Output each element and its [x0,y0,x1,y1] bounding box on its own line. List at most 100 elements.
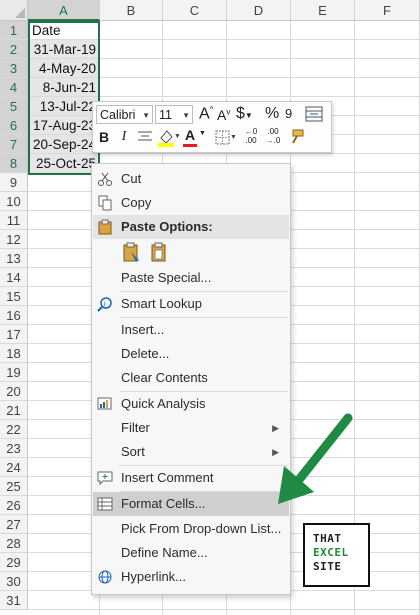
column-header-d[interactable]: D [227,0,291,21]
row-header-9[interactable]: 9 [0,173,28,192]
cell-a1[interactable]: Date [29,21,99,39]
cell-a8[interactable]: 25-Oct-25 [29,154,99,172]
row-header-20[interactable]: 20 [0,382,28,401]
font-size-value: 11 [159,108,172,122]
row-header-16[interactable]: 16 [0,306,28,325]
format-painter-icon[interactable] [287,128,305,146]
menu-item-delete[interactable]: Delete... [93,342,289,366]
copy-icon [98,195,112,211]
bold-button[interactable]: B [97,127,111,147]
cell-a4[interactable]: 8-Jun-21 [29,78,99,96]
menu-item-hyperlink[interactable]: Hyperlink... [93,565,289,589]
cell-a5[interactable]: 13-Jul-22 [29,97,99,115]
menu-item-cut[interactable]: Cut [93,167,289,191]
menu-item-label: Smart Lookup [121,296,202,311]
cell-a6[interactable]: 17-Aug-23 [29,116,99,134]
menu-item-pick-from-dropdown[interactable]: Pick From Drop-down List... [93,517,289,541]
cell-a7[interactable]: 20-Sep-24 [29,135,99,153]
row-header-7[interactable]: 7 [0,135,28,154]
row-header-2[interactable]: 2 [0,40,28,59]
row-header-21[interactable]: 21 [0,401,28,420]
shrink-font-button[interactable]: Av [217,107,230,123]
menu-item-copy[interactable]: Copy [93,191,289,215]
merge-center-icon[interactable] [305,106,323,122]
decrease-decimal-button[interactable]: .00 →.0 [263,127,283,145]
menu-item-quick-analysis[interactable]: Quick Analysis [93,392,289,416]
currency-button[interactable]: $▼ [236,105,253,123]
grow-font-button[interactable]: A^ [199,105,213,123]
row-header-27[interactable]: 27 [0,515,28,534]
row-header-17[interactable]: 17 [0,325,28,344]
row-header-11[interactable]: 11 [0,211,28,230]
select-all-corner[interactable] [0,0,28,21]
chevron-down-icon: ▼ [142,111,150,120]
paste-options-header: Paste Options: [93,215,289,239]
italic-button[interactable]: I [117,127,131,147]
menu-item-label: Define Name... [121,545,208,560]
row-header-5[interactable]: 5 [0,97,28,116]
fill-color-icon[interactable]: ▼ [157,128,179,148]
menu-item-define-name[interactable]: Define Name... [93,541,289,565]
row-header-22[interactable]: 22 [0,420,28,439]
hyperlink-icon [98,570,112,584]
row-header-3[interactable]: 3 [0,59,28,78]
row-header-14[interactable]: 14 [0,268,28,287]
row-header-8[interactable]: 8 [0,154,28,173]
borders-icon[interactable]: ▼ [215,130,237,146]
font-name-dropdown[interactable]: Calibri ▼ [96,105,153,124]
smart-lookup-icon: i [97,297,112,312]
row-header-24[interactable]: 24 [0,458,28,477]
menu-item-label: Paste Options: [121,219,213,234]
row-header-29[interactable]: 29 [0,553,28,572]
cell-a2[interactable]: 31-Mar-19 [29,40,99,58]
logo-line-3: SITE [313,560,342,573]
svg-text:▼: ▼ [174,133,179,140]
row-header-15[interactable]: 15 [0,287,28,306]
row-header-12[interactable]: 12 [0,230,28,249]
row-header-28[interactable]: 28 [0,534,28,553]
percent-button[interactable]: % [265,105,279,123]
menu-item-paste-special[interactable]: Paste Special... [93,266,289,290]
row-header-1[interactable]: 1 [0,21,28,40]
menu-item-clear-contents[interactable]: Clear Contents [93,366,289,390]
gridline [28,609,420,610]
row-header-10[interactable]: 10 [0,192,28,211]
column-header-c[interactable]: C [163,0,227,21]
paste-formatting-icon[interactable] [122,242,142,264]
chevron-down-icon[interactable]: ▼ [199,130,206,137]
font-size-dropdown[interactable]: 11 ▼ [155,105,193,124]
row-header-31[interactable]: 31 [0,591,28,610]
menu-item-sort[interactable]: Sort ▶ [93,440,289,464]
menu-item-label: Insert... [121,322,165,337]
column-header-b[interactable]: B [100,0,163,21]
currency-label: $ [236,105,245,122]
column-header-f[interactable]: F [355,0,420,21]
scissors-icon [98,172,112,186]
font-color-button[interactable]: A [183,127,197,147]
menu-item-insert-comment[interactable]: Insert Comment [93,466,289,490]
column-header-a[interactable]: A [28,0,100,21]
menu-item-insert[interactable]: Insert... [93,318,289,342]
row-header-18[interactable]: 18 [0,344,28,363]
menu-item-smart-lookup[interactable]: i Smart Lookup [93,292,289,316]
menu-item-label: Pick From Drop-down List... [121,521,282,536]
column-header-e[interactable]: E [291,0,355,21]
quick-analysis-icon [97,397,112,410]
row-header-19[interactable]: 19 [0,363,28,382]
row-header-4[interactable]: 4 [0,78,28,97]
menu-item-format-cells[interactable]: Format Cells... [93,492,289,516]
comma-style-icon[interactable]: 9 [285,106,292,121]
increase-decimal-button[interactable]: ←0.00 [241,127,261,145]
row-header-30[interactable]: 30 [0,572,28,591]
comment-icon [97,471,113,486]
row-header-6[interactable]: 6 [0,116,28,135]
cell-a3[interactable]: 4-May-20 [29,59,99,77]
row-header-13[interactable]: 13 [0,249,28,268]
align-center-icon[interactable] [137,130,153,144]
paste-icon[interactable] [150,242,170,264]
row-header-23[interactable]: 23 [0,439,28,458]
menu-item-label: Quick Analysis [121,396,206,411]
menu-item-filter[interactable]: Filter ▶ [93,416,289,440]
row-header-26[interactable]: 26 [0,496,28,515]
row-header-25[interactable]: 25 [0,477,28,496]
